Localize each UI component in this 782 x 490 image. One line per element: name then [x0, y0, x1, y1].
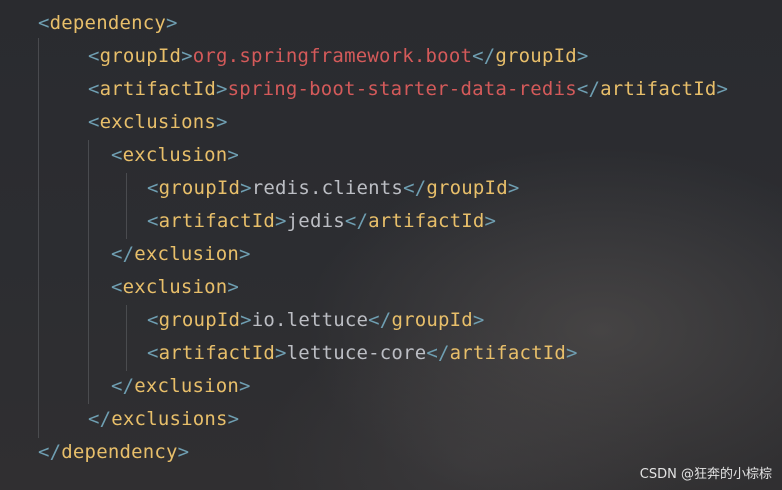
- code-line-2[interactable]: <groupId>org.springframework.boot</group…: [88, 40, 589, 73]
- tag-name: groupId: [426, 177, 508, 199]
- tag-name: exclusion: [134, 243, 240, 265]
- bracket: >: [216, 78, 228, 100]
- bracket: >: [240, 309, 252, 331]
- bracket: >: [240, 177, 252, 199]
- bracket: </: [344, 210, 369, 232]
- tag-name: groupId: [495, 45, 577, 67]
- bracket: </: [472, 45, 496, 67]
- bracket: >: [484, 210, 497, 232]
- tag-name: artifactId: [600, 78, 717, 100]
- bracket: <: [147, 309, 159, 331]
- bracket: <: [88, 78, 100, 100]
- tag-name: artifactId: [449, 342, 567, 364]
- bracket: >: [227, 408, 240, 430]
- code-line-14[interactable]: </dependency>: [38, 436, 189, 469]
- tag-name: dependency: [49, 12, 167, 34]
- tag-name: exclusion: [122, 144, 228, 166]
- bracket: >: [507, 177, 520, 199]
- code-line-6[interactable]: <groupId>redis.clients</groupId>: [147, 172, 519, 205]
- bracket: >: [227, 276, 240, 298]
- tag-name: groupId: [99, 45, 182, 67]
- group-id-value: redis.clients: [251, 177, 404, 199]
- tag-name: artifactId: [158, 210, 276, 232]
- bracket: <: [38, 12, 50, 34]
- bracket: <: [147, 210, 159, 232]
- bracket: >: [275, 342, 287, 364]
- bracket: </: [426, 342, 450, 364]
- bracket: >: [216, 111, 228, 133]
- bracket: </: [403, 177, 427, 199]
- code-line-3[interactable]: <artifactId>spring-boot-starter-data-red…: [88, 73, 728, 106]
- indent-guide-exclusion-2: [126, 305, 127, 371]
- tag-name: exclusions: [111, 408, 228, 430]
- tag-name: artifactId: [99, 78, 217, 100]
- watermark: CSDN @狂奔的小棕棕: [639, 467, 772, 482]
- bracket: </: [576, 78, 601, 100]
- code-line-13[interactable]: </exclusions>: [88, 403, 239, 436]
- tag-name: groupId: [158, 309, 241, 331]
- bracket: <: [88, 45, 100, 67]
- code-line-9[interactable]: <exclusion>: [111, 271, 239, 304]
- bracket: >: [239, 243, 251, 265]
- artifact-id-value: lettuce-core: [286, 342, 427, 364]
- indent-guide-dependency: [38, 38, 39, 438]
- bracket: </: [111, 375, 135, 397]
- tag-name: artifactId: [158, 342, 276, 364]
- bracket: </: [111, 243, 135, 265]
- bracket: >: [472, 309, 485, 331]
- bracket: >: [239, 375, 251, 397]
- bracket: </: [88, 408, 112, 430]
- artifact-id-value: spring-boot-starter-data-redis: [227, 78, 577, 100]
- bracket: <: [147, 342, 159, 364]
- tag-name: groupId: [158, 177, 241, 199]
- code-line-1[interactable]: <dependency>: [38, 7, 178, 40]
- bracket: >: [576, 45, 589, 67]
- code-line-7[interactable]: <artifactId>jedis</artifactId>: [147, 205, 496, 238]
- code-line-11[interactable]: <artifactId>lettuce-core</artifactId>: [147, 337, 578, 370]
- tag-name: dependency: [61, 441, 178, 463]
- tag-name: exclusion: [134, 375, 240, 397]
- bracket: >: [181, 45, 193, 67]
- artifact-id-value: jedis: [286, 210, 345, 232]
- bracket: <: [147, 177, 159, 199]
- bracket: </: [38, 441, 62, 463]
- bracket: <: [111, 276, 123, 298]
- tag-name: exclusion: [122, 276, 228, 298]
- bracket: >: [566, 342, 578, 364]
- bracket: </: [368, 309, 392, 331]
- bracket: <: [111, 144, 123, 166]
- group-id-value: org.springframework.boot: [192, 45, 473, 67]
- bracket: >: [275, 210, 287, 232]
- indent-guide-exclusions: [88, 140, 89, 404]
- code-line-4[interactable]: <exclusions>: [88, 106, 228, 139]
- tag-name: exclusions: [99, 111, 217, 133]
- tag-name: artifactId: [368, 210, 485, 232]
- bracket: >: [177, 441, 190, 463]
- indent-guide-exclusion-1: [126, 173, 127, 239]
- code-line-12[interactable]: </exclusion>: [111, 370, 251, 403]
- code-line-10[interactable]: <groupId>io.lettuce</groupId>: [147, 304, 485, 337]
- code-line-5[interactable]: <exclusion>: [111, 139, 239, 172]
- bracket: >: [716, 78, 729, 100]
- group-id-value: io.lettuce: [251, 309, 369, 331]
- bracket: >: [227, 144, 240, 166]
- bracket: <: [88, 111, 100, 133]
- tag-name: groupId: [391, 309, 473, 331]
- code-line-8[interactable]: </exclusion>: [111, 238, 251, 271]
- bracket: >: [166, 12, 178, 34]
